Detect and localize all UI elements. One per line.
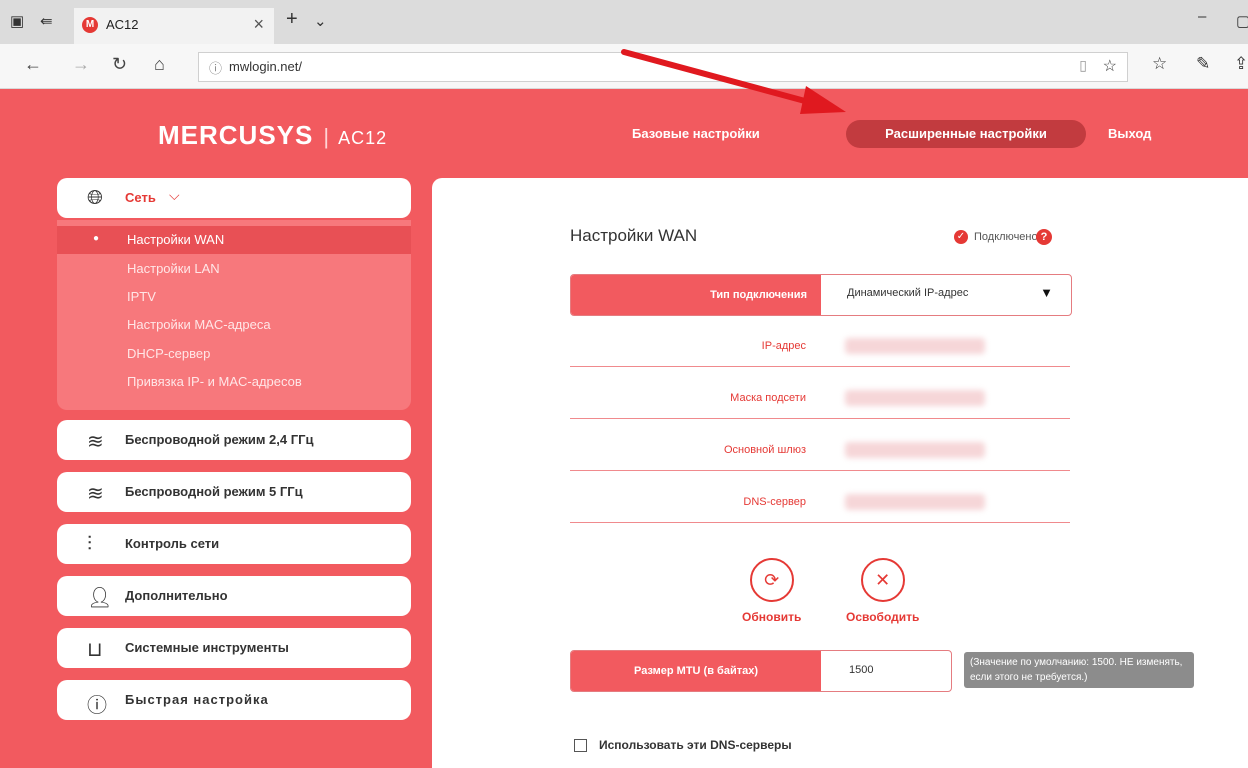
active-dot-icon: ● xyxy=(93,233,100,244)
wan-settings-panel: Настройки WAN ✓ Подключено ? Тип подключе… xyxy=(432,178,1248,768)
sidebar-item-network[interactable]: 🌐︎ Сеть ⌵ xyxy=(57,178,411,218)
pen-icon[interactable]: ✎ xyxy=(1196,54,1210,74)
tab-list-chevron-icon[interactable]: ⌄ xyxy=(314,12,327,30)
submenu-item-wan[interactable]: Настройки WAN xyxy=(127,232,224,247)
favorite-star-icon[interactable]: ☆ xyxy=(1103,56,1117,76)
help-icon[interactable]: ? xyxy=(1036,229,1052,245)
reading-view-icon[interactable]: ▯ xyxy=(1079,57,1087,74)
share-icon[interactable]: ⇪ xyxy=(1234,54,1248,74)
ip-address-label: IP-адрес xyxy=(761,340,806,352)
use-dns-label: Использовать эти DNS-серверы xyxy=(599,738,792,752)
favorites-icon[interactable]: ☆ xyxy=(1152,54,1167,74)
sidebar-item-label: Беспроводной режим 2,4 ГГц xyxy=(125,432,314,447)
sidebar-item-label: Контроль сети xyxy=(125,536,220,551)
browser-tab[interactable]: M AC12 × xyxy=(74,8,274,44)
sliders-icon: ⫶ xyxy=(87,533,92,555)
sidebar-item-advanced[interactable]: 👤︎ Дополнительно xyxy=(57,576,411,616)
submenu-item-mac[interactable]: Настройки MAC-адреса xyxy=(127,317,271,332)
release-button[interactable]: ✕ Освободить xyxy=(846,558,919,624)
router-icon: ⊔ xyxy=(87,639,103,661)
submenu-active-highlight xyxy=(57,226,411,254)
mtu-tooltip: (Значение по умолчанию: 1500. НЕ изменят… xyxy=(964,652,1194,688)
release-icon: ✕ xyxy=(860,558,905,602)
brand-name: MERCUSYS xyxy=(158,120,314,150)
dns-server-value-blurred xyxy=(845,494,985,510)
sidebar-item-wireless-24[interactable]: ≋ Беспроводной режим 2,4 ГГц xyxy=(57,420,411,460)
submenu-item-ip-mac-binding[interactable]: Привязка IP- и MAC-адресов xyxy=(127,374,302,389)
submenu-item-dhcp[interactable]: DHCP-сервер xyxy=(127,346,210,361)
mtu-value: 1500 xyxy=(849,664,874,676)
browser-tab-bar: ▣ ⇚ M AC12 × + ⌄ – ▢ xyxy=(0,0,1248,45)
wifi-icon: ≋ xyxy=(87,483,104,505)
submenu-item-iptv[interactable]: IPTV xyxy=(127,289,156,304)
dns-server-label: DNS-сервер xyxy=(743,496,806,508)
site-info-icon[interactable]: ⓘ xyxy=(209,58,222,77)
model-name: AC12 xyxy=(338,128,388,148)
sidebar-item-label: Беспроводной режим 5 ГГц xyxy=(125,484,303,499)
refresh-label: Обновить xyxy=(742,610,802,624)
tab-title: AC12 xyxy=(106,17,139,32)
status-text: Подключено xyxy=(974,230,1038,243)
page-title: Настройки WAN xyxy=(570,226,698,245)
connection-type-label: Тип подключения xyxy=(571,275,821,315)
url-field[interactable]: ⓘ mwlogin.net/ ▯ ☆ xyxy=(198,52,1128,82)
submenu-item-lan[interactable]: Настройки LAN xyxy=(127,261,220,276)
tab-preview-icon[interactable]: ▣ xyxy=(10,12,24,30)
mercusys-favicon-icon: M xyxy=(82,17,98,33)
chevron-down-icon: ⌵ xyxy=(169,187,180,203)
gateway-label: Основной шлюз xyxy=(723,444,806,456)
subnet-mask-label: Маска подсети xyxy=(730,392,806,404)
release-label: Освободить xyxy=(846,610,920,624)
sidebar-item-network-control[interactable]: ⫶ Контроль сети xyxy=(57,524,411,564)
use-dns-checkbox[interactable]: Использовать эти DNS-серверы xyxy=(574,738,792,753)
sidebar-item-quick-setup[interactable]: ⓘ Быстрая настройка xyxy=(57,680,411,720)
refresh-button[interactable]: ⟳ Обновить xyxy=(742,558,801,624)
home-icon[interactable]: ⌂ xyxy=(154,54,165,75)
brand-logo: MERCUSYS | AC12 xyxy=(158,120,388,150)
forward-icon[interactable]: → xyxy=(72,54,90,75)
mtu-label: Размер MTU (в байтах) xyxy=(571,651,821,691)
dropdown-caret-icon: ▼ xyxy=(1040,285,1053,300)
connection-type-select[interactable]: Тип подключения Динамический IP-адрес ▼ xyxy=(570,274,1072,316)
wifi-icon: ≋ xyxy=(87,431,104,453)
check-icon: ✓ xyxy=(954,230,968,244)
network-submenu: ● Настройки WAN Настройки LAN IPTV Настр… xyxy=(57,220,411,410)
sidebar-item-label: Дополнительно xyxy=(125,588,228,603)
sidebar-item-label: Сеть xyxy=(125,190,156,205)
globe-icon: 🌐︎ xyxy=(87,187,103,209)
checkbox-icon[interactable] xyxy=(574,739,587,753)
sidebar-item-wireless-5[interactable]: ≋ Беспроводной режим 5 ГГц xyxy=(57,472,411,512)
refresh-icon[interactable]: ↻ xyxy=(112,54,127,75)
gateway-value-blurred xyxy=(845,442,985,458)
new-tab-icon[interactable]: + xyxy=(286,8,298,31)
user-icon: 👤︎ xyxy=(87,587,113,609)
nav-basic-settings[interactable]: Базовые настройки xyxy=(632,120,760,148)
close-tab-icon[interactable]: × xyxy=(253,14,264,35)
connection-type-value: Динамический IP-адрес xyxy=(847,287,969,299)
mtu-field[interactable]: Размер MTU (в байтах) 1500 xyxy=(570,650,952,692)
connection-status: ✓ Подключено xyxy=(954,230,1038,244)
sidebar-item-label: Системные инструменты xyxy=(125,640,289,655)
info-icon: ⓘ xyxy=(87,695,107,717)
subnet-mask-value-blurred xyxy=(845,390,985,406)
ip-address-value-blurred xyxy=(845,338,985,354)
nav-logout[interactable]: Выход xyxy=(1108,120,1151,148)
minimize-icon[interactable]: – xyxy=(1198,8,1206,25)
nav-advanced-settings[interactable]: Расширенные настройки xyxy=(846,120,1086,148)
refresh-icon: ⟳ xyxy=(749,558,794,602)
browser-address-bar: ← → ↻ ⌂ ⓘ mwlogin.net/ ▯ ☆ ☆ ✎ ⇪ xyxy=(0,44,1248,89)
sidebar-item-label: Быстрая настройка xyxy=(125,692,269,707)
set-aside-tabs-icon[interactable]: ⇚ xyxy=(40,12,53,30)
back-icon[interactable]: ← xyxy=(24,54,42,75)
sidebar-item-system-tools[interactable]: ⊔ Системные инструменты xyxy=(57,628,411,668)
url-text: mwlogin.net/ xyxy=(229,59,302,74)
maximize-icon[interactable]: ▢ xyxy=(1236,12,1248,30)
